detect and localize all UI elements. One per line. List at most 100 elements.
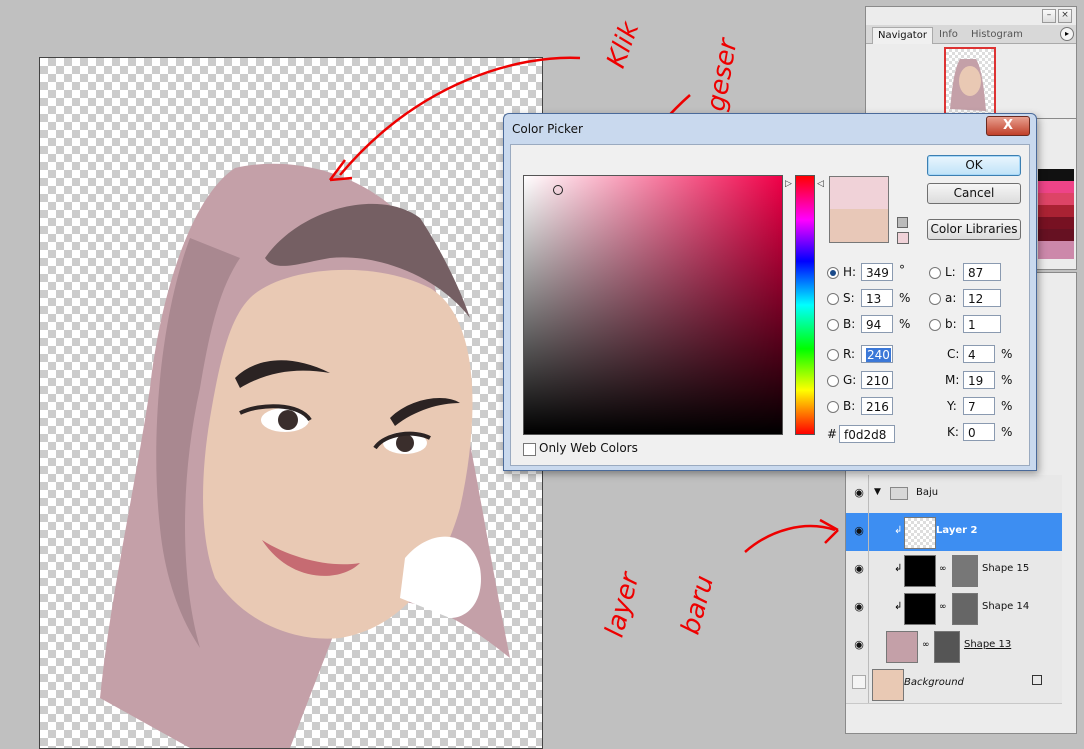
lab-a-input[interactable]: 12 — [963, 289, 1001, 307]
saturation-input[interactable]: 13 — [861, 289, 893, 307]
green-input[interactable]: 210 — [861, 371, 893, 389]
clip-arrow-icon: ↲ — [894, 525, 903, 536]
red-input[interactable]: 240 — [861, 345, 893, 363]
hue-radio[interactable] — [827, 267, 839, 279]
navigator-preview[interactable] — [944, 47, 996, 115]
red-radio[interactable] — [827, 349, 839, 361]
lab-a-label: a: — [945, 291, 957, 305]
hue-slider[interactable] — [795, 175, 815, 435]
navigator-panel: – × Navigator Info Histogram ▸ — [865, 6, 1077, 120]
black-input[interactable]: 0 — [963, 423, 995, 441]
green-radio[interactable] — [827, 375, 839, 387]
annotation-baru: baru — [675, 572, 721, 638]
swatches-panel — [1035, 118, 1077, 270]
hex-input[interactable]: f0d2d8 — [839, 425, 895, 443]
folder-icon — [890, 487, 908, 500]
color-field[interactable] — [523, 175, 783, 435]
link-icon: ∞ — [939, 564, 947, 574]
hue-slider-arrow-left-icon[interactable]: ▷ — [785, 179, 792, 189]
dialog-title: Color Picker — [512, 122, 583, 136]
new-color-swatch — [829, 176, 889, 210]
magenta-label: M: — [945, 373, 960, 387]
ok-button[interactable]: OK — [927, 155, 1021, 176]
layer-thumbnail — [904, 517, 936, 549]
layer-row-shape-13[interactable]: ◉ ∞ Shape 13 — [846, 627, 1062, 666]
visibility-toggle[interactable]: ◉ — [848, 475, 869, 513]
cyan-input[interactable]: 4 — [963, 345, 995, 363]
current-color-swatch[interactable] — [829, 209, 889, 243]
eye-icon: ◉ — [854, 600, 864, 613]
lab-l-radio[interactable] — [929, 267, 941, 279]
gamut-cube-icon[interactable] — [897, 217, 908, 228]
layer-name: Layer 2 — [936, 525, 978, 536]
visibility-toggle[interactable] — [848, 665, 869, 703]
lab-l-label: L: — [945, 265, 956, 279]
color-libraries-button[interactable]: Color Libraries — [927, 219, 1021, 240]
annotation-klik: Klik — [601, 17, 646, 73]
blue-radio[interactable] — [827, 401, 839, 413]
saturation-label: S: — [843, 291, 855, 305]
panel-menu-icon[interactable]: ▸ — [1060, 27, 1074, 41]
navigator-tabbar: Navigator Info Histogram ▸ — [866, 25, 1076, 44]
clip-arrow-icon: ↲ — [894, 601, 903, 612]
layer-row-layer-2[interactable]: ◉ ↲ Layer 2 — [846, 513, 1062, 552]
degree-unit: ° — [899, 263, 905, 277]
percent-unit: % — [899, 291, 911, 305]
tab-histogram[interactable]: Histogram — [966, 27, 1028, 43]
tab-info[interactable]: Info — [934, 27, 963, 43]
layer-row-background[interactable]: Background — [846, 665, 1062, 704]
lab-a-radio[interactable] — [929, 293, 941, 305]
saturation-radio[interactable] — [827, 293, 839, 305]
percent-unit: % — [1001, 373, 1013, 387]
hue-slider-arrow-right-icon[interactable]: ◁ — [817, 179, 824, 189]
visibility-toggle[interactable]: ◉ — [848, 551, 869, 589]
layer-name: Background — [904, 677, 964, 688]
percent-unit: % — [1001, 425, 1013, 439]
yellow-label: Y: — [947, 399, 957, 413]
annotation-geser: geser — [701, 36, 744, 114]
layer-fill-thumbnail — [904, 555, 936, 587]
eye-icon: ◉ — [854, 562, 864, 575]
yellow-input[interactable]: 7 — [963, 397, 995, 415]
visibility-toggle[interactable]: ◉ — [848, 627, 869, 665]
eye-icon: ◉ — [854, 486, 864, 499]
close-icon[interactable]: × — [1058, 9, 1072, 23]
blue-input[interactable]: 216 — [861, 397, 893, 415]
magenta-input[interactable]: 19 — [963, 371, 995, 389]
cancel-button[interactable]: Cancel — [927, 183, 1021, 204]
layer-name: Baju — [916, 487, 939, 498]
hue-input[interactable]: 349 — [861, 263, 893, 281]
document-canvas[interactable] — [39, 57, 543, 749]
cyan-label: C: — [947, 347, 960, 361]
web-safe-swatch[interactable] — [897, 232, 909, 244]
layer-thumbnail — [872, 669, 904, 701]
lab-l-input[interactable]: 87 — [963, 263, 1001, 281]
layer-group-baju[interactable]: ◉ ▼ Baju — [846, 475, 1062, 514]
tab-navigator[interactable]: Navigator — [872, 27, 933, 44]
color-field-cursor-icon — [553, 185, 563, 195]
navigator-thumbnail-art — [950, 59, 986, 111]
layer-row-shape-14[interactable]: ◉ ↲ ∞ Shape 14 — [846, 589, 1062, 628]
visibility-toggle[interactable]: ◉ — [848, 513, 869, 551]
minimize-icon[interactable]: – — [1042, 9, 1056, 23]
lab-b-input[interactable]: 1 — [963, 315, 1001, 333]
annotation-layer: layer — [599, 569, 646, 641]
layer-row-shape-15[interactable]: ◉ ↲ ∞ Shape 15 — [846, 551, 1062, 590]
color-picker-dialog: Color Picker X ▷ ◁ OK Cancel Color Libra… — [503, 113, 1037, 471]
blue-label: B: — [843, 399, 856, 413]
close-button[interactable]: X — [986, 116, 1030, 136]
lab-b-radio[interactable] — [929, 319, 941, 331]
red-input-value: 240 — [866, 348, 891, 362]
lab-b-label: b: — [945, 317, 957, 331]
visibility-toggle[interactable]: ◉ — [848, 589, 869, 627]
brightness-radio[interactable] — [827, 319, 839, 331]
percent-unit: % — [1001, 399, 1013, 413]
layer-name: Shape 15 — [982, 563, 1030, 574]
hue-label: H: — [843, 265, 857, 279]
vector-mask-thumbnail — [952, 555, 978, 587]
brightness-input[interactable]: 94 — [861, 315, 893, 333]
swatch-grid[interactable] — [1038, 169, 1074, 259]
only-web-colors-checkbox[interactable] — [523, 443, 536, 456]
group-expand-icon[interactable]: ▼ — [874, 487, 881, 497]
red-label: R: — [843, 347, 856, 361]
